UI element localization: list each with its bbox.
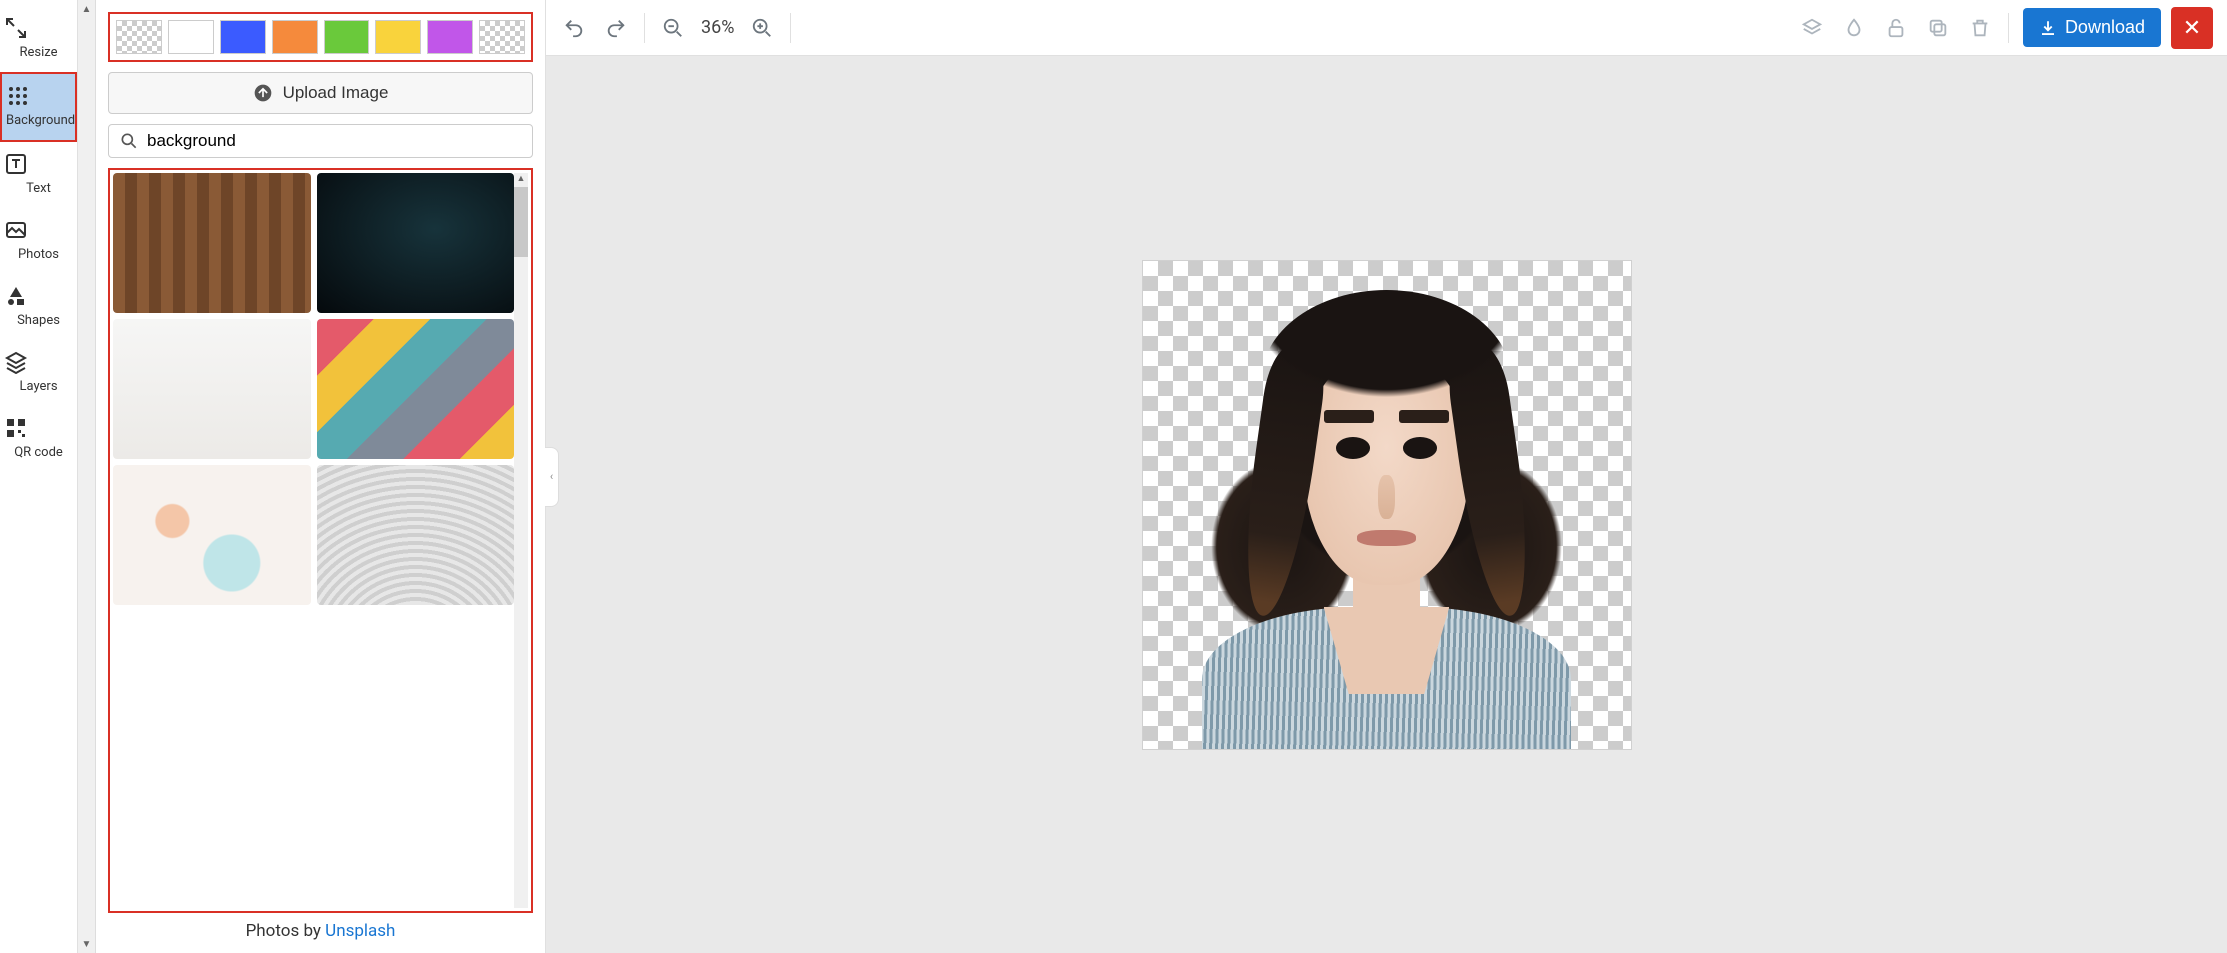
separator xyxy=(2008,13,2009,43)
droplet-icon[interactable] xyxy=(1840,14,1868,42)
swatch-purple[interactable] xyxy=(427,20,473,54)
thumb-diagonal-stripes[interactable] xyxy=(317,319,515,459)
color-swatch-row xyxy=(108,12,533,62)
thumb-dark-clouds[interactable] xyxy=(317,173,515,313)
rail-item-photos[interactable]: Photos xyxy=(0,208,77,274)
background-thumbs xyxy=(113,173,514,908)
swatch-yellow[interactable] xyxy=(375,20,421,54)
rail-item-background[interactable]: Background xyxy=(0,72,77,142)
rail-label: Resize xyxy=(19,45,57,60)
rail-label: Photos xyxy=(18,247,59,262)
zoom-out-button[interactable] xyxy=(659,14,687,42)
swatch-custom[interactable] xyxy=(479,20,525,54)
text-icon xyxy=(4,152,73,176)
close-icon: ✕ xyxy=(2183,15,2201,41)
zoom-level[interactable]: 36% xyxy=(701,17,734,38)
undo-button[interactable] xyxy=(560,14,588,42)
unlock-icon[interactable] xyxy=(1882,14,1910,42)
rail-label: Text xyxy=(26,181,51,196)
download-label: Download xyxy=(2065,17,2145,38)
canvas-frame[interactable] xyxy=(1142,260,1632,750)
swatch-transparent[interactable] xyxy=(116,20,162,54)
panel-collapse-handle[interactable]: ‹ xyxy=(545,447,559,507)
thumb-abstract-waves[interactable] xyxy=(317,465,515,605)
thumb-wood-planks[interactable] xyxy=(113,173,311,313)
download-icon xyxy=(2039,19,2057,37)
swatch-green[interactable] xyxy=(324,20,370,54)
canvas-subject-portrait[interactable] xyxy=(1177,260,1597,750)
thumbs-scrollbar[interactable]: ▲ xyxy=(514,173,528,908)
scroll-up-icon[interactable]: ▲ xyxy=(514,173,528,187)
shapes-icon xyxy=(4,284,73,308)
upload-icon xyxy=(253,83,273,103)
resize-icon xyxy=(4,16,73,40)
credit-link[interactable]: Unsplash xyxy=(325,921,395,941)
separator xyxy=(644,13,645,43)
credit-prefix: Photos by xyxy=(246,921,326,941)
separator xyxy=(790,13,791,43)
download-button[interactable]: Download xyxy=(2023,8,2161,47)
qr-icon xyxy=(4,416,73,440)
redo-button[interactable] xyxy=(602,14,630,42)
thumb-white-brick[interactable] xyxy=(113,319,311,459)
rail-label: Shapes xyxy=(17,313,60,328)
rail-label: QR code xyxy=(14,445,63,460)
rail-item-qrcode[interactable]: QR code xyxy=(0,406,77,472)
top-toolbar: 36% xyxy=(546,0,2227,56)
scroll-thumb[interactable] xyxy=(514,187,528,257)
photos-icon xyxy=(4,218,73,242)
upload-label: Upload Image xyxy=(283,83,389,103)
rail-label: Background xyxy=(6,113,75,128)
thumbs-highlight: ▲ xyxy=(108,168,533,913)
trash-icon[interactable] xyxy=(1966,14,1994,42)
rail-label: Layers xyxy=(19,379,57,394)
search-input[interactable] xyxy=(147,131,522,151)
scroll-down-icon[interactable]: ▼ xyxy=(78,935,95,953)
background-panel: Upload Image ▲ Photos by Unsplas xyxy=(96,0,546,953)
rail-scrollbar[interactable]: ▲ ▼ xyxy=(78,0,96,953)
zoom-in-button[interactable] xyxy=(748,14,776,42)
thumb-watercolor-marble[interactable] xyxy=(113,465,311,605)
close-button[interactable]: ✕ xyxy=(2171,7,2213,49)
swatch-orange[interactable] xyxy=(272,20,318,54)
layers-icon xyxy=(4,350,73,374)
photo-credit: Photos by Unsplash xyxy=(108,913,533,941)
app-root: Resize Background Text Photos Shapes xyxy=(0,0,2227,953)
rail-item-layers[interactable]: Layers xyxy=(0,340,77,406)
duplicate-icon[interactable] xyxy=(1924,14,1952,42)
swatch-blue[interactable] xyxy=(220,20,266,54)
canvas-area: 36% xyxy=(546,0,2227,953)
layers-tool-icon[interactable] xyxy=(1798,14,1826,42)
search-icon xyxy=(119,131,139,151)
grid-icon xyxy=(6,84,71,108)
scroll-up-icon[interactable]: ▲ xyxy=(78,0,95,18)
upload-image-button[interactable]: Upload Image xyxy=(108,72,533,114)
swatch-white[interactable] xyxy=(168,20,214,54)
search-wrapper xyxy=(108,124,533,158)
left-rail: Resize Background Text Photos Shapes xyxy=(0,0,78,953)
rail-item-shapes[interactable]: Shapes xyxy=(0,274,77,340)
rail-item-resize[interactable]: Resize xyxy=(0,6,77,72)
rail-item-text[interactable]: Text xyxy=(0,142,77,208)
canvas-viewport[interactable] xyxy=(546,56,2227,953)
